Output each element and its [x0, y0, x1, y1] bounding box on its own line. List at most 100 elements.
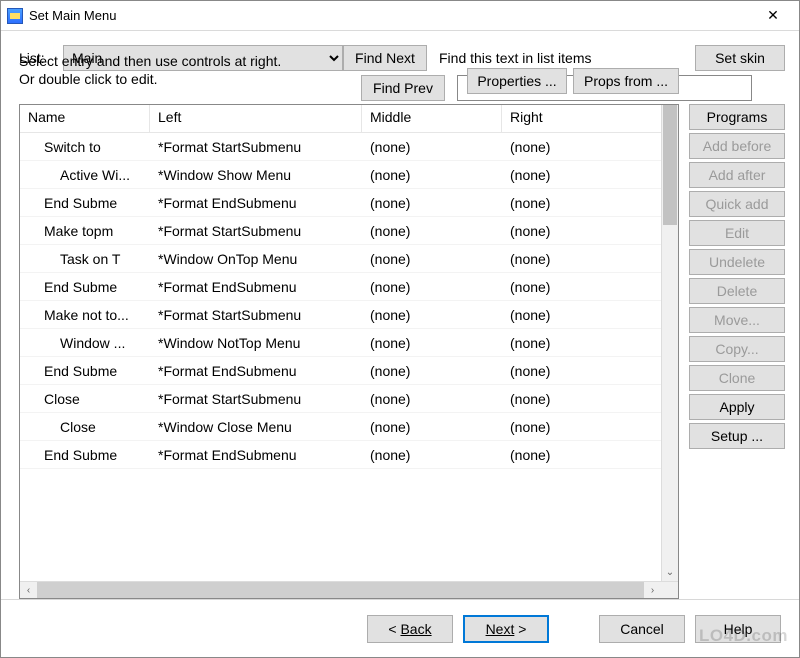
cell-name: Switch to: [20, 139, 150, 155]
next-button[interactable]: Next >: [463, 615, 549, 643]
setup-button[interactable]: Setup ...: [689, 423, 785, 449]
cell-middle: (none): [362, 167, 502, 183]
cell-middle: (none): [362, 335, 502, 351]
chevron-left-icon[interactable]: ‹: [20, 585, 37, 596]
clone-button[interactable]: Clone: [689, 365, 785, 391]
table-row[interactable]: Make topm*Format StartSubmenu(none)(none…: [20, 217, 678, 245]
vertical-scrollbar[interactable]: ⌄: [661, 105, 678, 581]
move-button[interactable]: Move...: [689, 307, 785, 333]
col-middle[interactable]: Middle: [362, 105, 502, 132]
instructions-line1: Select entry and then use controls at ri…: [19, 53, 329, 71]
properties-button[interactable]: Properties ...: [467, 68, 567, 94]
cell-middle: (none): [362, 251, 502, 267]
table-row[interactable]: End Subme*Format EndSubmenu(none)(none): [20, 357, 678, 385]
content-area: List: Main Find Next Find this text in l…: [1, 31, 799, 599]
side-buttons: Programs Add before Add after Quick add …: [689, 104, 785, 599]
edit-button[interactable]: Edit: [689, 220, 785, 246]
find-label: Find this text in list items: [439, 50, 685, 66]
cell-middle: (none): [362, 363, 502, 379]
cell-middle: (none): [362, 447, 502, 463]
cell-right: (none): [502, 335, 614, 351]
horizontal-scrollbar[interactable]: ‹ ›: [20, 581, 678, 598]
window-title: Set Main Menu: [29, 8, 751, 23]
find-prev-button[interactable]: Find Prev: [361, 75, 445, 101]
apply-button[interactable]: Apply: [689, 394, 785, 420]
cell-name: Make topm: [20, 223, 150, 239]
cell-name: Make not to...: [20, 307, 150, 323]
delete-button[interactable]: Delete: [689, 278, 785, 304]
wizard-buttons: < Back Next > Cancel Help: [1, 599, 799, 657]
add-before-button[interactable]: Add before: [689, 133, 785, 159]
cell-middle: (none): [362, 279, 502, 295]
watermark: LO4D.com: [699, 626, 788, 646]
table-body[interactable]: Switch to*Format StartSubmenu(none)(none…: [20, 133, 678, 581]
cell-name: Close: [20, 419, 150, 435]
cell-name: Window ...: [20, 335, 150, 351]
table-row[interactable]: End Subme*Format EndSubmenu(none)(none): [20, 441, 678, 469]
scroll-thumb[interactable]: [663, 105, 677, 225]
col-left[interactable]: Left: [150, 105, 362, 132]
cell-middle: (none): [362, 391, 502, 407]
undelete-button[interactable]: Undelete: [689, 249, 785, 275]
cell-middle: (none): [362, 223, 502, 239]
table-header: Name Left Middle Right: [20, 105, 678, 133]
table-row[interactable]: Active Wi...*Window Show Menu(none)(none…: [20, 161, 678, 189]
cell-right: (none): [502, 251, 614, 267]
chevron-down-icon[interactable]: ⌄: [662, 565, 678, 581]
instructions-line2: Or double click to edit.: [19, 71, 329, 89]
table-row[interactable]: Task on T*Window OnTop Menu(none)(none): [20, 245, 678, 273]
table: Name Left Middle Right Switch to*Format …: [19, 104, 679, 599]
cell-name: End Subme: [20, 447, 150, 463]
back-button[interactable]: < Back: [367, 615, 453, 643]
table-row[interactable]: Make not to...*Format StartSubmenu(none)…: [20, 301, 678, 329]
cell-middle: (none): [362, 419, 502, 435]
quick-add-button[interactable]: Quick add: [689, 191, 785, 217]
table-row[interactable]: Close*Format StartSubmenu(none)(none): [20, 385, 678, 413]
cell-middle: (none): [362, 195, 502, 211]
close-icon[interactable]: ✕: [751, 2, 795, 30]
cell-name: Active Wi...: [20, 167, 150, 183]
table-row[interactable]: Close*Window Close Menu(none)(none): [20, 413, 678, 441]
cell-name: End Subme: [20, 279, 150, 295]
cell-middle: (none): [362, 139, 502, 155]
copy-button[interactable]: Copy...: [689, 336, 785, 362]
table-row[interactable]: End Subme*Format EndSubmenu(none)(none): [20, 273, 678, 301]
props-row: Properties ... Props from ...: [467, 68, 785, 94]
cell-left: *Format EndSubmenu: [150, 279, 362, 295]
cell-left: *Format StartSubmenu: [150, 391, 362, 407]
cell-name: End Subme: [20, 363, 150, 379]
cell-right: (none): [502, 419, 614, 435]
cell-left: *Window OnTop Menu: [150, 251, 362, 267]
cell-left: *Window NotTop Menu: [150, 335, 362, 351]
add-after-button[interactable]: Add after: [689, 162, 785, 188]
cell-name: Close: [20, 391, 150, 407]
find-next-button[interactable]: Find Next: [343, 45, 427, 71]
cell-left: *Format StartSubmenu: [150, 223, 362, 239]
chevron-right-icon[interactable]: ›: [644, 585, 661, 596]
cell-left: *Window Show Menu: [150, 167, 362, 183]
cell-left: *Window Close Menu: [150, 419, 362, 435]
cell-right: (none): [502, 447, 614, 463]
table-row[interactable]: Window ...*Window NotTop Menu(none)(none…: [20, 329, 678, 357]
cell-left: *Format EndSubmenu: [150, 363, 362, 379]
cell-name: End Subme: [20, 195, 150, 211]
cell-middle: (none): [362, 307, 502, 323]
cell-left: *Format EndSubmenu: [150, 195, 362, 211]
dialog-window: Set Main Menu ✕ List: Main Find Next Fin…: [0, 0, 800, 658]
cell-left: *Format StartSubmenu: [150, 139, 362, 155]
programs-button[interactable]: Programs: [689, 104, 785, 130]
col-name[interactable]: Name: [20, 105, 150, 132]
table-row[interactable]: End Subme*Format EndSubmenu(none)(none): [20, 189, 678, 217]
cell-right: (none): [502, 391, 614, 407]
main-area: Name Left Middle Right Switch to*Format …: [19, 104, 785, 599]
cell-left: *Format EndSubmenu: [150, 447, 362, 463]
table-row[interactable]: Switch to*Format StartSubmenu(none)(none…: [20, 133, 678, 161]
cancel-button[interactable]: Cancel: [599, 615, 685, 643]
titlebar: Set Main Menu ✕: [1, 1, 799, 31]
app-icon: [7, 8, 23, 24]
cell-name: Task on T: [20, 251, 150, 267]
instructions: Select entry and then use controls at ri…: [19, 53, 329, 88]
col-right[interactable]: Right: [502, 105, 614, 132]
props-from-button[interactable]: Props from ...: [573, 68, 679, 94]
hscroll-track[interactable]: [37, 582, 644, 598]
